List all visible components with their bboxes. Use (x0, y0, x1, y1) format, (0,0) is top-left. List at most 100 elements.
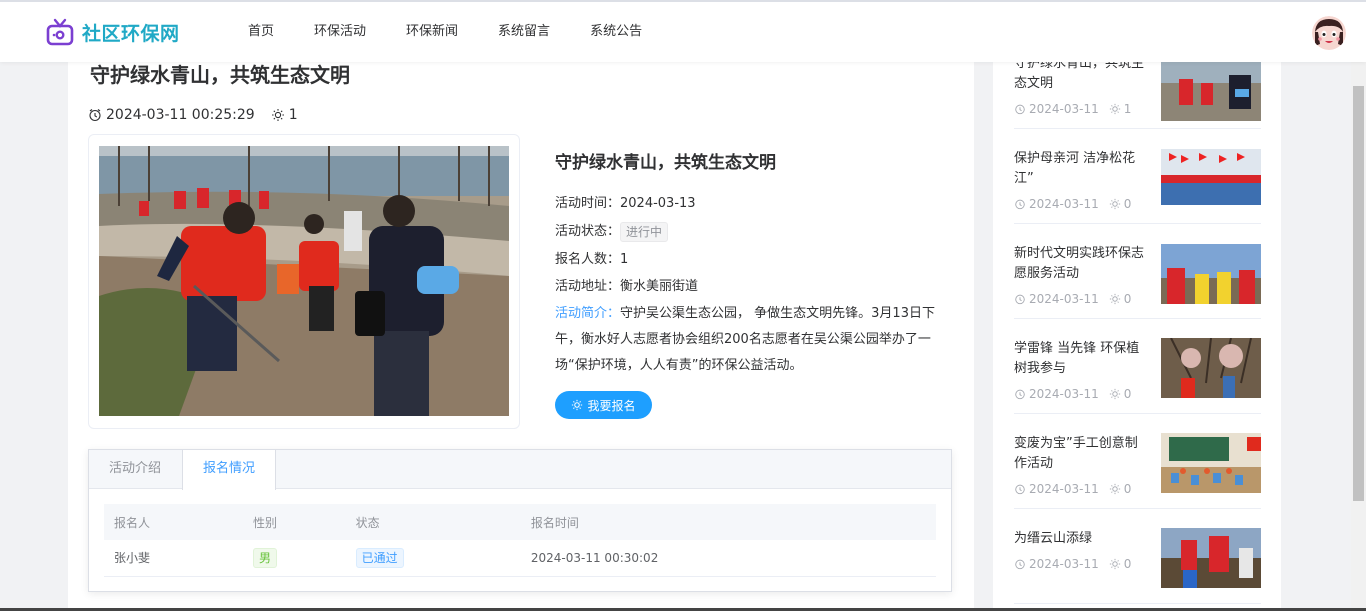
nav-home[interactable]: 首页 (228, 2, 294, 62)
activity-detail: 守护绿水青山，共筑生态文明 活动时间： 2024-03-13 活动状态： 进行中… (555, 148, 955, 419)
sidebar-item[interactable]: 保护母亲河 洁净松花江” 2024-03-11 0 (1014, 129, 1261, 224)
tab-bar: 活动介绍 报名情况 (89, 450, 951, 490)
sidebar-item-title: 学雷锋 当先锋 环保植树我参与 (1014, 341, 1140, 376)
gender-badge: 男 (252, 547, 277, 568)
user-avatar[interactable] (1312, 16, 1346, 50)
sun-icon (1109, 198, 1120, 210)
approval-badge: 已通过 (355, 547, 404, 568)
cell-status: 已通过 (345, 540, 521, 577)
alarm-clock-icon (89, 109, 101, 122)
sun-icon (1109, 483, 1120, 495)
tab-intro[interactable]: 活动介绍 (89, 450, 182, 488)
signup-table: 报名人 性别 状态 报名时间 张小斐 男 已通过 2024-03-11 00:3… (104, 504, 936, 577)
sidebar-item-title: 为缙云山添绿 (1014, 531, 1093, 546)
scrollbar-thumb[interactable] (1353, 86, 1364, 501)
column-header-gender: 性别 (242, 504, 346, 540)
signup-button-label: 我要报名 (587, 398, 636, 413)
sidebar-item-date: 2024-03-11 (1029, 482, 1099, 496)
sidebar-item-title: 保护母亲河 洁净松花江” (1014, 151, 1136, 186)
sidebar-item[interactable]: 为缙云山添绿 2024-03-11 0 (1014, 509, 1261, 604)
cell-time: 2024-03-11 00:30:02 (520, 540, 936, 577)
sidebar-item-meta: 2024-03-11 0 (1014, 197, 1131, 211)
sidebar-item[interactable]: 学雷锋 当先锋 环保植树我参与 2024-03-11 0 (1014, 319, 1261, 414)
sidebar-item-thumbnail (1161, 62, 1261, 121)
page-title: 守护绿水青山，共筑生态文明 (90, 63, 350, 87)
cell-name: 张小斐 (104, 540, 243, 577)
sidebar-item-views: 0 (1109, 197, 1131, 211)
activity-address-label: 活动地址： (555, 279, 621, 294)
sidebar-item-meta: 2024-03-11 0 (1014, 482, 1131, 496)
sidebar-item-views: 0 (1109, 482, 1131, 496)
alarm-clock-icon (1015, 559, 1025, 570)
sidebar-item-view-count: 0 (1123, 557, 1132, 571)
site-logo[interactable]: 社区环保网 (44, 16, 180, 48)
status-badge: 进行中 (620, 222, 669, 242)
nav-news[interactable]: 环保新闻 (386, 2, 478, 62)
activity-count: 1 (620, 252, 629, 267)
signup-button[interactable]: 我要报名 (555, 391, 652, 419)
activity-address: 衡水美丽街道 (620, 279, 699, 294)
nav-messages[interactable]: 系统留言 (478, 2, 570, 62)
article-datetime: 2024-03-11 00:25:29 (106, 107, 255, 123)
activity-intro-label: 活动简介： (555, 306, 621, 321)
sidebar-item-date: 2024-03-11 (1029, 292, 1099, 306)
article-meta: 2024-03-11 00:25:29 1 (88, 107, 298, 123)
sidebar-item-meta: 2024-03-11 0 (1014, 292, 1131, 306)
sidebar-item-meta: 2024-03-11 1 (1014, 102, 1131, 116)
sidebar-item[interactable]: 守护绿水青山，共筑生态文明 2024-03-11 1 (1014, 62, 1261, 129)
related-activities-sidebar: 守护绿水青山，共筑生态文明 2024-03-11 1 保护母亲河 洁净松花江” … (993, 62, 1281, 611)
sidebar-item-views: 1 (1109, 102, 1132, 116)
alarm-clock-icon (1015, 104, 1025, 115)
table-header-row: 报名人 性别 状态 报名时间 (104, 504, 936, 540)
sidebar-item-date: 2024-03-11 (1029, 557, 1099, 571)
sidebar-item-meta: 2024-03-11 0 (1014, 557, 1131, 571)
sidebar-item-views: 0 (1109, 387, 1132, 401)
view-count: 1 (271, 107, 298, 123)
page-scrollbar[interactable] (1351, 62, 1366, 611)
sidebar-item-view-count: 0 (1123, 387, 1132, 401)
nav-activities[interactable]: 环保活动 (294, 2, 386, 62)
sidebar-item-date: 2024-03-11 (1029, 102, 1099, 116)
activity-photo (99, 146, 509, 416)
cell-gender: 男 (242, 540, 346, 577)
activity-title: 守护绿水青山，共筑生态文明 (555, 153, 776, 173)
sidebar-item-view-count: 1 (1123, 102, 1132, 116)
sidebar-item-thumbnail (1161, 433, 1261, 493)
alarm-clock-icon (1015, 294, 1025, 305)
alarm-clock-icon (1015, 484, 1025, 495)
main-nav: 首页 环保活动 环保新闻 系统留言 系统公告 (228, 2, 662, 62)
top-header: 社区环保网 首页 环保活动 环保新闻 系统留言 系统公告 (0, 0, 1366, 62)
nav-announcements[interactable]: 系统公告 (570, 2, 662, 62)
activity-image-box (88, 134, 520, 429)
sidebar-item[interactable]: 变废为宝”手工创意制作活动 2024-03-11 0 (1014, 414, 1261, 509)
sun-icon (1109, 388, 1120, 400)
alarm-clock-icon (1015, 199, 1025, 210)
alarm-clock-icon (1015, 389, 1025, 400)
sidebar-item-views: 0 (1109, 557, 1132, 571)
tab-signups[interactable]: 报名情况 (182, 450, 277, 490)
sidebar-item-thumbnail (1161, 149, 1261, 209)
column-header-time: 报名时间 (520, 504, 936, 540)
sun-icon (1109, 103, 1120, 115)
sidebar-item-date: 2024-03-11 (1029, 197, 1099, 211)
sidebar-item-title: 新时代文明实践环保志愿服务活动 (1014, 246, 1145, 281)
sidebar-item-meta: 2024-03-11 0 (1014, 387, 1131, 401)
sun-icon (1109, 293, 1120, 305)
column-header-status: 状态 (345, 504, 521, 540)
activity-count-label: 报名人数： (555, 252, 621, 267)
sun-icon (1109, 558, 1120, 570)
sidebar-item-thumbnail (1161, 338, 1261, 398)
sidebar-item-view-count: 0 (1123, 292, 1132, 306)
sidebar-item-thumbnail (1161, 244, 1261, 304)
sidebar-item-title: 守护绿水青山，共筑生态文明 (1014, 62, 1145, 91)
avatar-face-icon (1312, 16, 1346, 50)
sun-icon (271, 109, 284, 121)
sidebar-item[interactable]: 新时代文明实践环保志愿服务活动 2024-03-11 0 (1014, 224, 1261, 319)
activity-status-label: 活动状态： (555, 224, 621, 239)
activity-time: 2024-03-13 (620, 196, 696, 211)
activity-intro: 活动简介：守护吴公渠生态公园， 争做生态文明先锋。3月13日下午，衡水好人志愿者… (555, 301, 955, 379)
gift-box-icon (46, 18, 74, 46)
activity-tabs: 活动介绍 报名情况 报名人 性别 状态 报名时间 张小斐 男 已通过 2024-… (88, 449, 952, 592)
sidebar-item-date: 2024-03-11 (1029, 387, 1099, 401)
activity-time-row: 活动时间： 2024-03-13 (555, 195, 955, 213)
